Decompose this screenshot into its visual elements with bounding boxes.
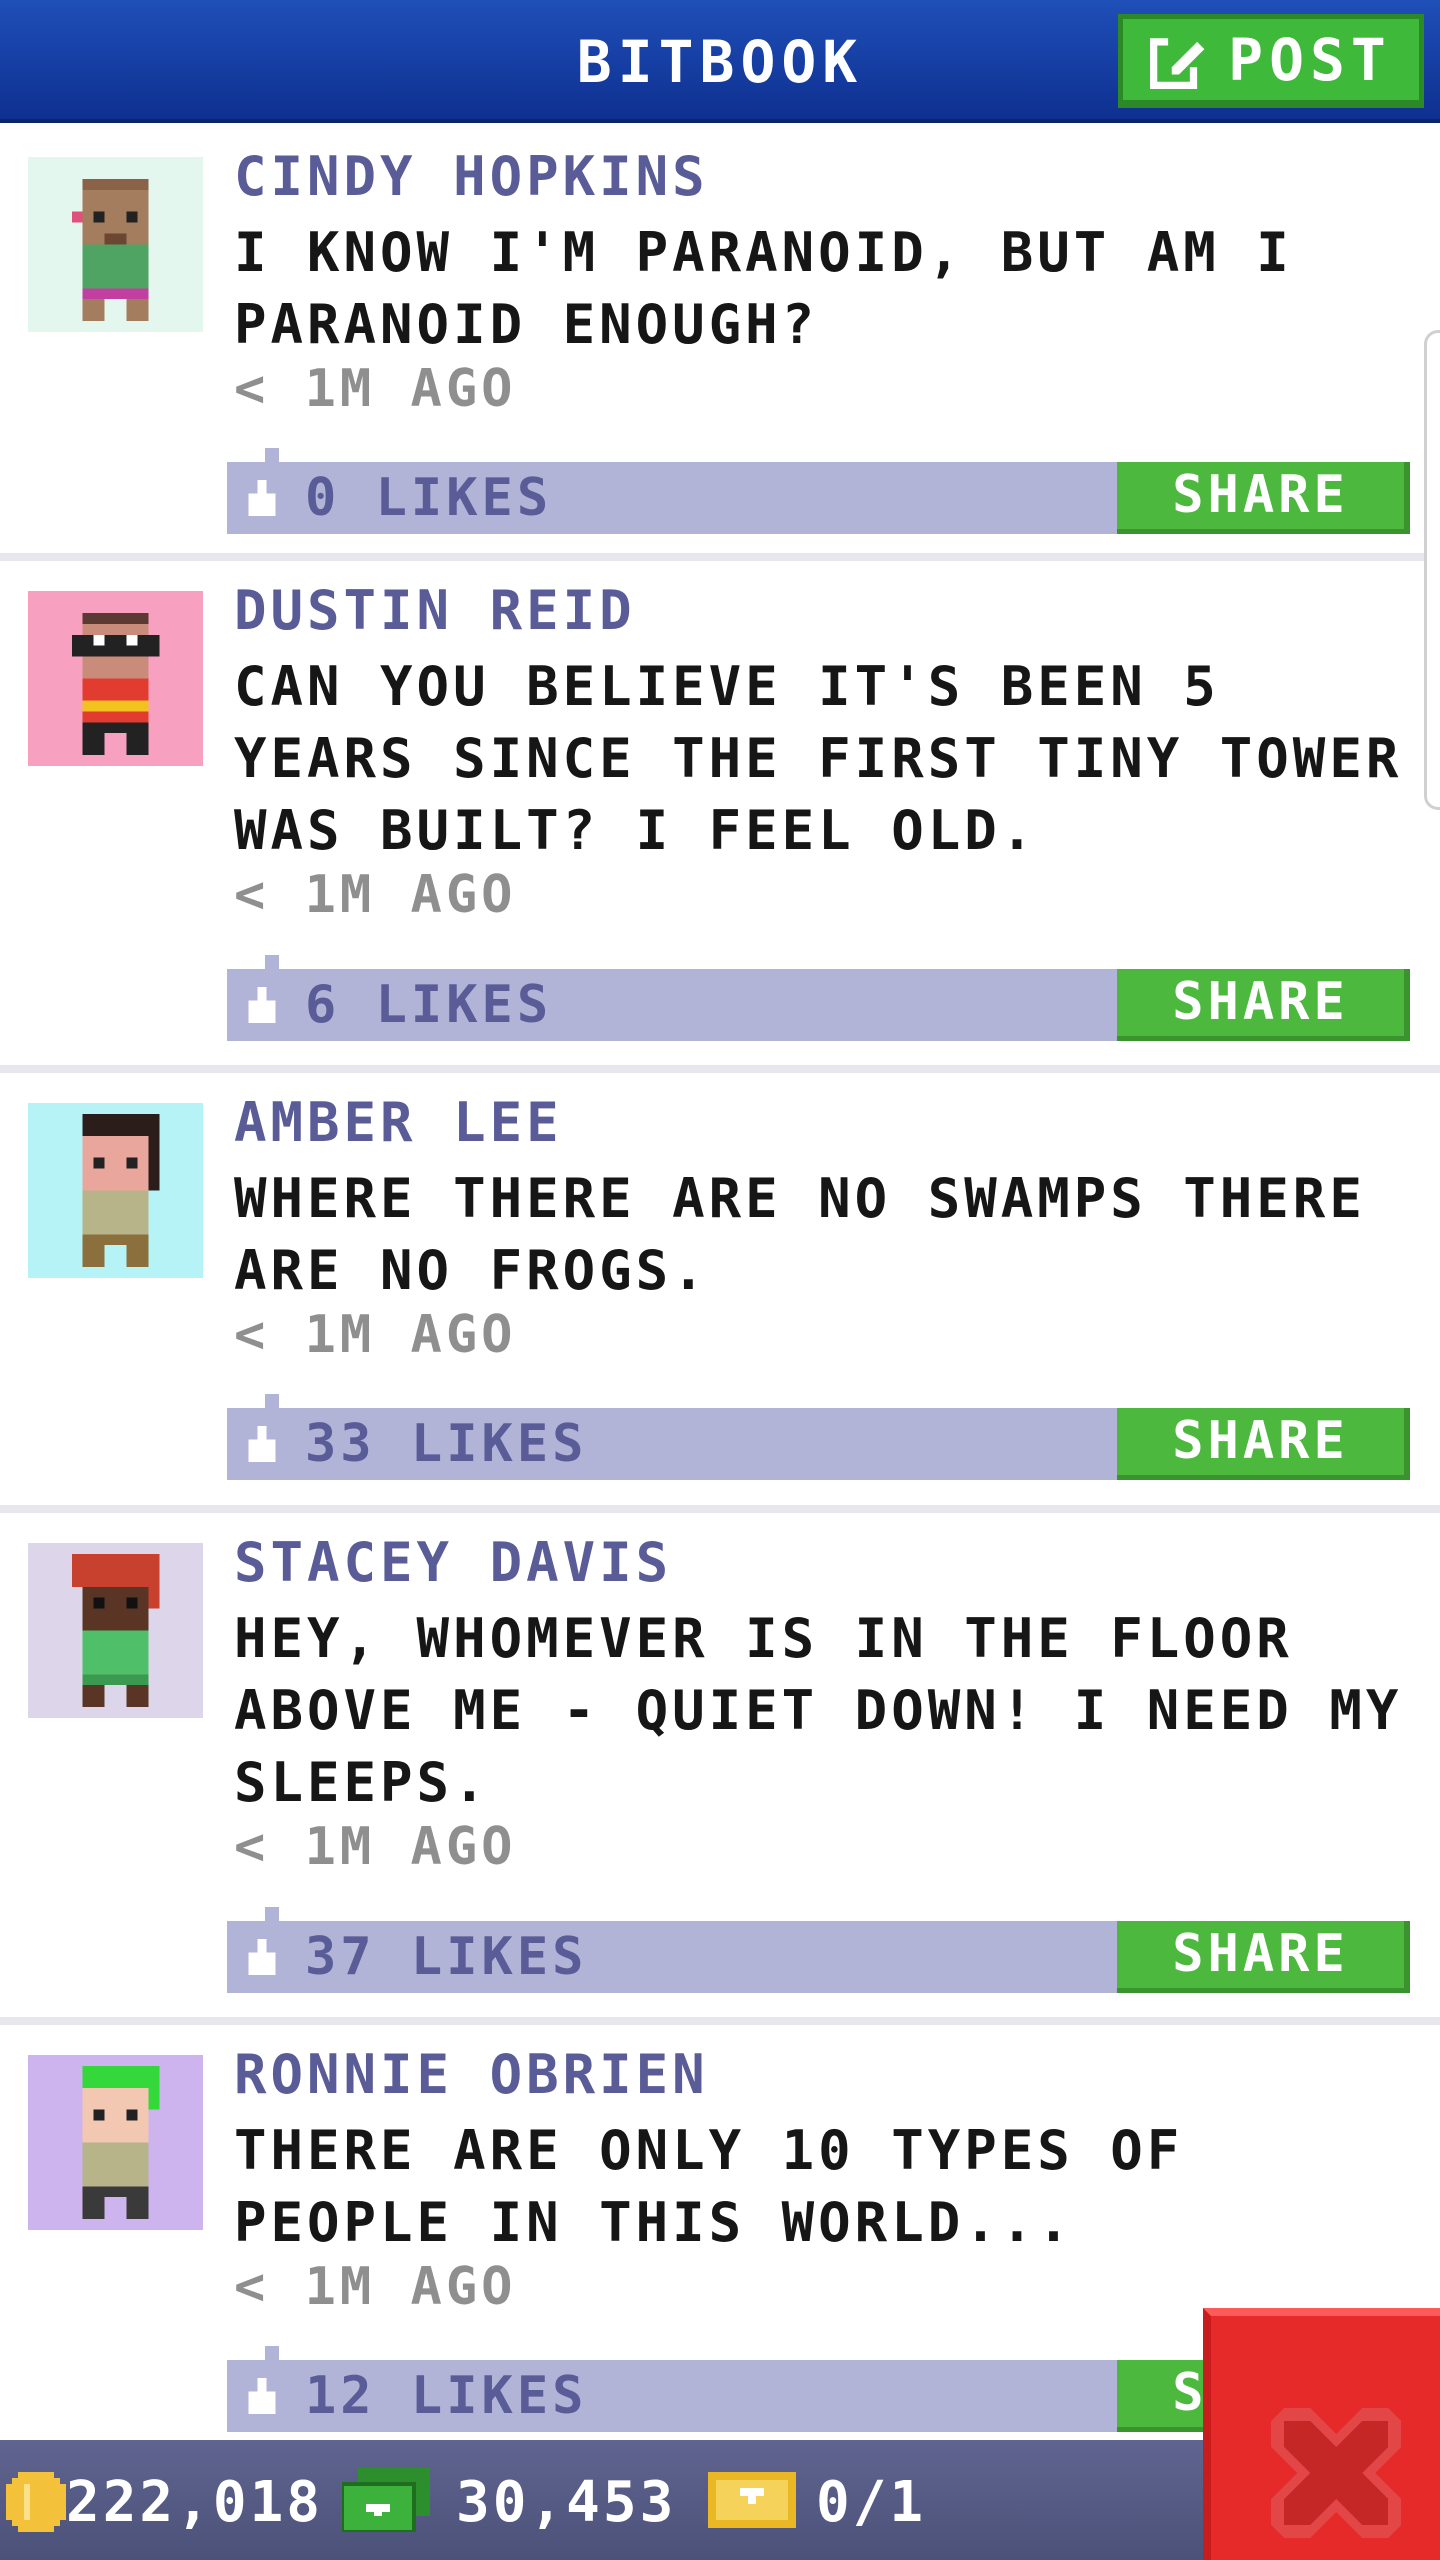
thumbs-up-icon[interactable] bbox=[243, 1939, 281, 1975]
edit-icon bbox=[1150, 34, 1205, 89]
avatar bbox=[28, 1543, 203, 1718]
post-timestamp: < 1M AGO bbox=[234, 1817, 517, 1877]
likes-bar-notch bbox=[265, 955, 279, 969]
thumbs-up-icon[interactable] bbox=[243, 480, 281, 516]
post-author[interactable]: STACEY DAVIS bbox=[234, 1531, 672, 1594]
likes-count: 0 LIKES bbox=[305, 468, 553, 528]
share-button[interactable]: SHARE bbox=[1117, 969, 1410, 1041]
avatar bbox=[28, 157, 203, 332]
bux-icon bbox=[342, 2468, 430, 2532]
coin-count: 222,018 bbox=[66, 2470, 324, 2535]
close-icon bbox=[1271, 2408, 1401, 2538]
post-feed: CINDY HOPKINS I KNOW I'M PARANOID, BUT A… bbox=[0, 127, 1440, 2465]
likes-bar-notch bbox=[265, 2346, 279, 2360]
avatar bbox=[28, 591, 203, 766]
coin-icon bbox=[6, 2472, 66, 2532]
post-button[interactable]: POST bbox=[1118, 14, 1424, 108]
likes-bar: 6 LIKES SHARE bbox=[227, 955, 1410, 1041]
post-text: I KNOW I'M PARANOID, BUT AM I PARANOID E… bbox=[234, 221, 1293, 356]
scrollbar[interactable] bbox=[1424, 330, 1440, 810]
likes-bar-notch bbox=[265, 448, 279, 462]
likes-count: 37 LIKES bbox=[305, 1927, 588, 1987]
avatar bbox=[28, 2055, 203, 2230]
thumbs-up-icon[interactable] bbox=[243, 2378, 281, 2414]
feed-post: STACEY DAVIS HEY, WHOMEVER IS IN THE FLO… bbox=[0, 1513, 1440, 2025]
likes-bar: 0 LIKES SHARE bbox=[227, 448, 1410, 534]
post-author[interactable]: AMBER LEE bbox=[234, 1091, 563, 1154]
likes-bar-notch bbox=[265, 1394, 279, 1408]
post-timestamp: < 1M AGO bbox=[234, 359, 517, 419]
share-button[interactable]: SHARE bbox=[1117, 1408, 1410, 1480]
share-button[interactable]: SHARE bbox=[1117, 1921, 1410, 1993]
post-text: THERE ARE ONLY 10 TYPES OF PEOPLE IN THI… bbox=[234, 2119, 1184, 2254]
close-button[interactable] bbox=[1203, 2308, 1440, 2560]
app-header: BITBOOK POST bbox=[0, 0, 1440, 123]
post-button-label: POST bbox=[1228, 25, 1392, 94]
post-text: HEY, WHOMEVER IS IN THE FLOOR ABOVE ME -… bbox=[234, 1607, 1403, 1814]
feed-post: DUSTIN REID CAN YOU BELIEVE IT'S BEEN 5 … bbox=[0, 561, 1440, 1073]
thumbs-up-icon[interactable] bbox=[243, 987, 281, 1023]
golden-ticket-icon bbox=[708, 2472, 796, 2528]
share-button[interactable]: SHARE bbox=[1117, 462, 1410, 534]
post-text: WHERE THERE ARE NO SWAMPS THERE ARE NO F… bbox=[234, 1167, 1366, 1302]
post-timestamp: < 1M AGO bbox=[234, 2257, 517, 2317]
post-timestamp: < 1M AGO bbox=[234, 865, 517, 925]
likes-bar: 33 LIKES SHARE bbox=[227, 1394, 1410, 1480]
post-text: CAN YOU BELIEVE IT'S BEEN 5 YEARS SINCE … bbox=[234, 655, 1403, 862]
feed-post: AMBER LEE WHERE THERE ARE NO SWAMPS THER… bbox=[0, 1073, 1440, 1513]
bux-count: 30,453 bbox=[456, 2470, 677, 2535]
likes-bar-notch bbox=[265, 1907, 279, 1921]
likes-bar: 37 LIKES SHARE bbox=[227, 1907, 1410, 1993]
likes-count: 33 LIKES bbox=[305, 1414, 588, 1474]
feed-post: CINDY HOPKINS I KNOW I'M PARANOID, BUT A… bbox=[0, 127, 1440, 561]
likes-count: 12 LIKES bbox=[305, 2366, 588, 2426]
post-author[interactable]: DUSTIN REID bbox=[234, 579, 636, 642]
thumbs-up-icon[interactable] bbox=[243, 1426, 281, 1462]
post-author[interactable]: CINDY HOPKINS bbox=[234, 145, 709, 208]
likes-count: 6 LIKES bbox=[305, 975, 553, 1035]
ticket-count: 0/1 bbox=[816, 2470, 927, 2535]
post-author[interactable]: RONNIE OBRIEN bbox=[234, 2043, 709, 2106]
post-timestamp: < 1M AGO bbox=[234, 1305, 517, 1365]
avatar bbox=[28, 1103, 203, 1278]
